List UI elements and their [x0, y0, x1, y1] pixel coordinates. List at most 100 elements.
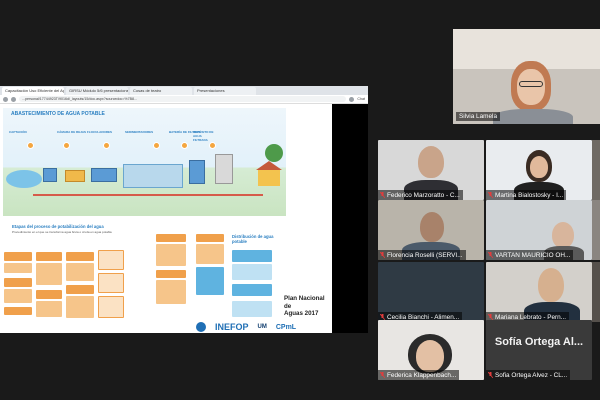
face: [517, 69, 545, 105]
mic-muted-icon: [488, 252, 493, 258]
camera-off-name: Sofía Ortega Al...: [494, 336, 584, 348]
participant-tile[interactable]: VARTAN MAURICIO OH...: [486, 200, 592, 260]
stage-label: SEDIMENTADORES: [125, 130, 154, 134]
house: [256, 161, 282, 186]
treatment-plant: [123, 164, 183, 188]
url-field[interactable]: ...personal/17744923T/9016d/_layouts/15/…: [19, 96, 347, 102]
participant-name: Florencia Roselli (SERVI...: [387, 251, 463, 259]
process-box: [66, 263, 94, 281]
face: [420, 212, 444, 242]
water-supply-illustration: ABASTECIMIENTO DE AGUA POTABLE CAPTACIÓN…: [3, 108, 286, 216]
plan-line: de: [284, 302, 292, 310]
mic-muted-icon: [380, 192, 385, 198]
browser-tab[interactable]: GIRSU Módulo 5/6 presentaciones...: [66, 86, 128, 95]
process-box: [98, 250, 124, 270]
mic-muted-icon: [488, 192, 493, 198]
tank: [189, 160, 205, 184]
participant-tile[interactable]: Mariana Lebrato - Pern...: [486, 262, 592, 322]
nameplate: VARTAN MAURICIO OH...: [486, 250, 574, 260]
participant-tile[interactable]: Sofía Ortega Al... Sofia Ortega Alvez - …: [486, 320, 592, 380]
tree: [265, 144, 283, 162]
process-box: [4, 263, 32, 273]
participant-name: VARTAN MAURICIO OH...: [495, 251, 571, 259]
inefop-logo: INEFOP: [215, 322, 249, 332]
face: [552, 222, 574, 248]
participant-tile[interactable]: Florencia Roselli (SERVI...: [378, 200, 484, 260]
process-box: [66, 285, 94, 294]
process-icon: [181, 142, 188, 149]
process-box: [196, 244, 224, 264]
process-box: [4, 252, 32, 261]
um-logo: UM: [257, 324, 267, 330]
process-icon: [209, 142, 216, 149]
participant-tile-partial[interactable]: [592, 262, 600, 322]
cpml-logo: CPmL: [275, 323, 297, 331]
process-box: [196, 267, 224, 295]
process-box: [156, 280, 186, 304]
face: [530, 156, 548, 178]
shirt: [493, 109, 573, 124]
sponsor-logos: INEFOP UM CPmL: [196, 322, 296, 332]
mic-muted-icon: [488, 372, 493, 378]
participant-tile-partial[interactable]: [592, 140, 600, 200]
back-icon[interactable]: [3, 96, 8, 102]
side-panel: [332, 104, 368, 333]
process-box: [36, 301, 62, 317]
process-box: [196, 234, 224, 242]
participant-tile[interactable]: Federica Klappenbach...: [378, 320, 484, 380]
mic-muted-icon: [380, 252, 385, 258]
process-box: [66, 252, 94, 261]
participant-tile[interactable]: Federico Marzoratto - C...: [378, 140, 484, 200]
slide-title: ABASTECIMIENTO DE AGUA POTABLE: [11, 111, 105, 117]
participant-name: Martina Bialostosky - I...: [495, 191, 564, 199]
process-box: [4, 307, 32, 315]
chamber-seal-logo: [196, 322, 206, 332]
stage-label: FLOCULADORES: [87, 130, 112, 134]
address-bar: ...personal/17744923T/9016d/_layouts/15/…: [0, 95, 368, 104]
participant-tile[interactable]: Cecilia Bianchi - Alimen...: [378, 262, 484, 322]
participant-name: Federica Klappenbach...: [387, 371, 457, 379]
nameplate: Federico Marzoratto - C...: [378, 190, 463, 200]
nameplate: Martina Bialostosky - I...: [486, 190, 567, 200]
browser-tab[interactable]: Cosas de teatro: [130, 86, 192, 95]
tank: [215, 154, 233, 184]
process-icon: [27, 142, 34, 149]
pipe: [33, 194, 263, 196]
glasses: [519, 81, 543, 87]
extensions-icon[interactable]: [349, 96, 355, 102]
process-box: [156, 244, 186, 266]
stage-label: CÁMARA DE REJAS: [57, 130, 87, 134]
distribution-box: [232, 264, 272, 280]
browser-tab[interactable]: Presentaciones: [194, 86, 256, 95]
nameplate: Federica Klappenbach...: [378, 370, 460, 380]
section-subtitle: Procedimiento en el que se transforma ag…: [12, 230, 112, 234]
process-box: [66, 296, 94, 318]
tank: [43, 168, 57, 182]
participant-tile-partial[interactable]: [592, 200, 600, 260]
reload-icon[interactable]: [11, 96, 16, 102]
browser-tab-bar: Capacitación Uso Eficiente del Agu... GI…: [0, 86, 368, 95]
presentation-slide: ABASTECIMIENTO DE AGUA POTABLE CAPTACIÓN…: [0, 104, 332, 333]
distribution-box: [232, 250, 272, 262]
stage-label: CAPTACIÓN: [9, 130, 27, 134]
section-title: Distribución de agua potable: [232, 234, 274, 244]
process-icon: [153, 142, 160, 149]
video-call-window: Capacitación Uso Eficiente del Agu... GI…: [0, 0, 600, 400]
chat-button[interactable]: Chat: [357, 97, 365, 101]
participant-name: Silvia Lamela: [456, 112, 501, 121]
active-speaker-tile[interactable]: Silvia Lamela: [453, 29, 600, 124]
browser-tab[interactable]: Capacitación Uso Eficiente del Agu...: [2, 86, 64, 95]
face: [418, 146, 444, 178]
process-icon: [63, 142, 70, 149]
process-box: [36, 290, 62, 299]
distribution-box: [232, 284, 272, 296]
participant-name: Federico Marzoratto - C...: [387, 191, 460, 199]
plan-line: Plan Nacional: [284, 295, 325, 302]
tank: [91, 168, 117, 182]
participant-tile[interactable]: Martina Bialostosky - I...: [486, 140, 592, 200]
shared-screen: Capacitación Uso Eficiente del Agu... GI…: [0, 86, 368, 333]
process-icon: [103, 142, 110, 149]
process-box: [36, 263, 62, 285]
process-box: [36, 252, 62, 261]
face: [416, 340, 444, 372]
